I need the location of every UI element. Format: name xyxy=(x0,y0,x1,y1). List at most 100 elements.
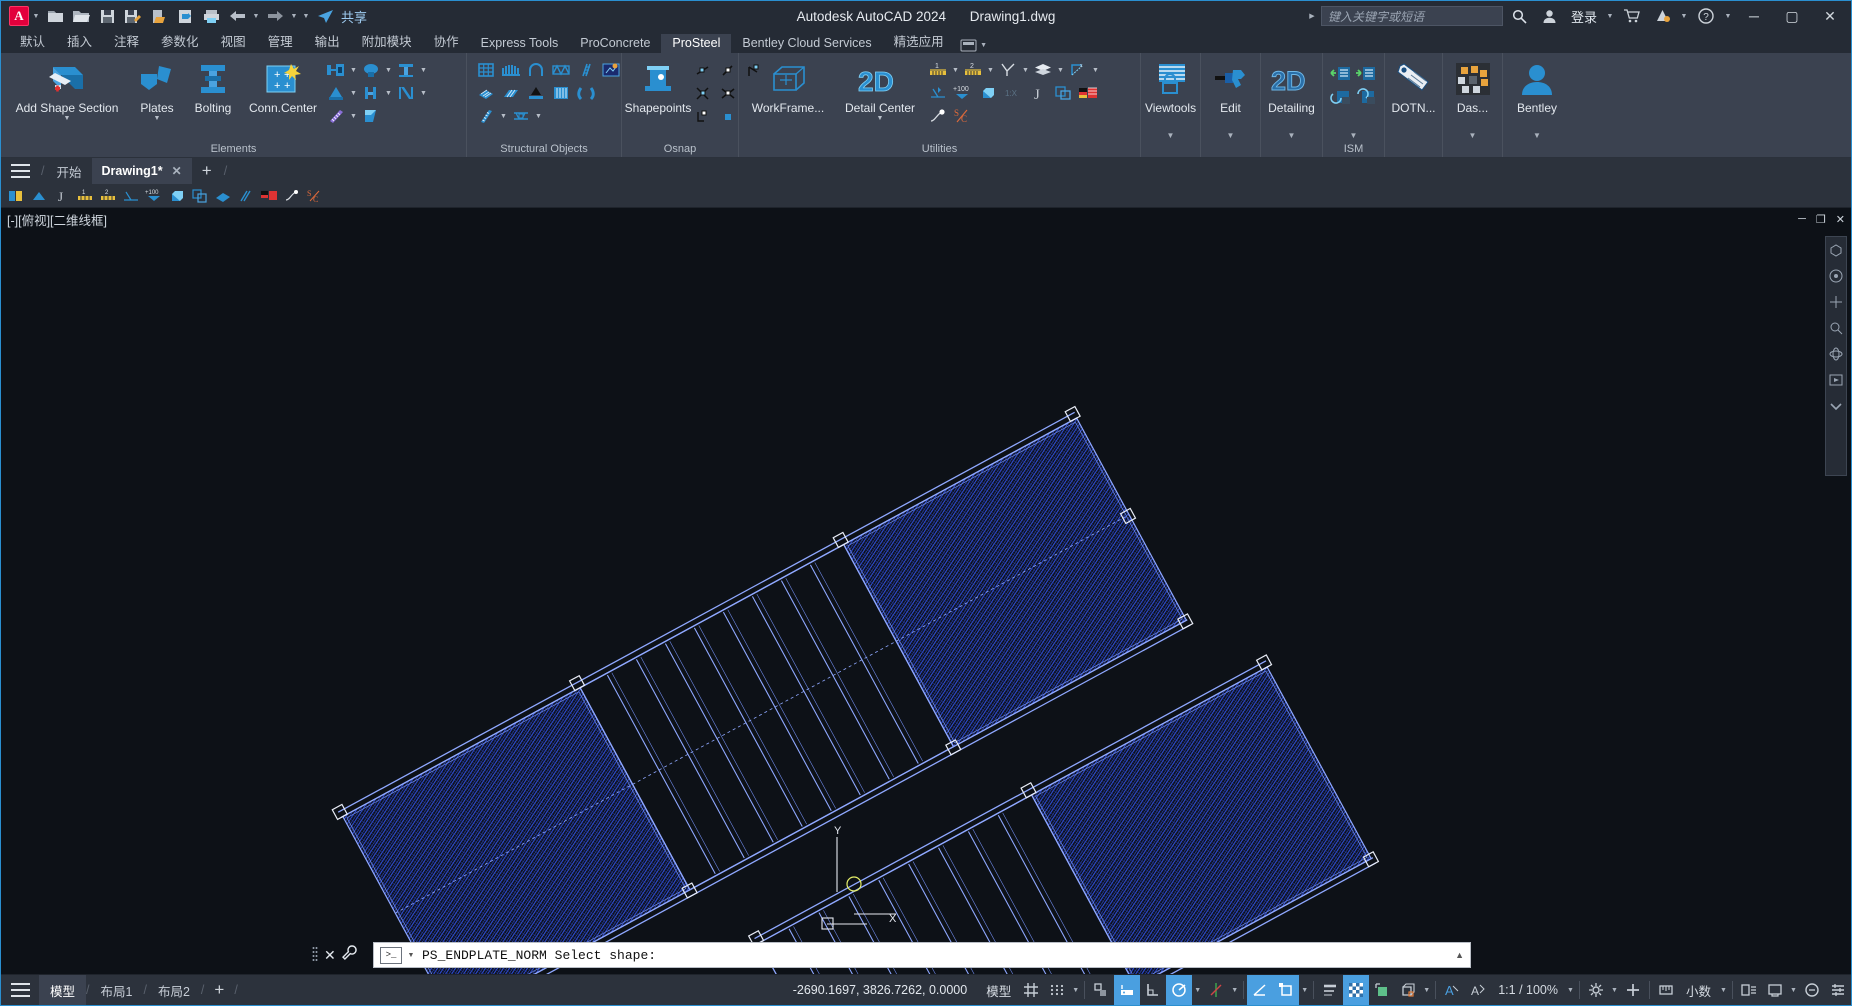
color-palette-icon[interactable] xyxy=(1076,82,1100,104)
layers-chevron-down-icon[interactable]: ▼ xyxy=(1056,67,1065,74)
autodesk-account-icon[interactable] xyxy=(1649,4,1675,28)
ism-import-icon[interactable] xyxy=(1329,63,1353,85)
workframe-button[interactable]: WorkFrame... xyxy=(742,57,834,117)
bolting-button[interactable]: Bolting xyxy=(184,57,242,117)
save-as-icon[interactable] xyxy=(121,4,145,28)
scale-1x-icon[interactable]: 1:X xyxy=(1001,82,1025,104)
ortho-mode-toggle[interactable] xyxy=(1140,975,1166,1005)
undo-chevron-down-icon[interactable]: ▼ xyxy=(251,13,261,20)
ladder-icon[interactable] xyxy=(574,59,598,81)
macro-icon[interactable] xyxy=(599,59,623,81)
layout-tab-model[interactable]: 模型 xyxy=(39,975,87,1005)
quick-node-icon[interactable] xyxy=(281,186,303,206)
file-tab-menu-icon[interactable] xyxy=(1,158,39,184)
handrail-icon[interactable] xyxy=(524,82,548,104)
coordinates-display[interactable]: -2690.1697, 3826.7262, 0.0000 xyxy=(781,983,979,997)
transparency-toggle[interactable] xyxy=(1343,975,1370,1005)
ucs-icon[interactable]: x xyxy=(1066,59,1090,81)
plates-button[interactable]: Plates ▼ xyxy=(130,57,184,124)
file-tab-drawing1[interactable]: Drawing1* ✕ xyxy=(91,158,192,184)
grid-display-toggle[interactable] xyxy=(1018,975,1044,1005)
detail-center-chevron-down-icon[interactable]: ▼ xyxy=(877,115,884,122)
isometric-chevron-down-icon[interactable]: ▼ xyxy=(1229,987,1240,994)
polar-tracking-toggle[interactable] xyxy=(1166,975,1193,1005)
hardware-acceleration-toggle[interactable] xyxy=(1762,975,1788,1005)
ribbon-tab-bentley-cloud-services[interactable]: Bentley Cloud Services xyxy=(731,34,882,53)
edit-chevron-down-icon[interactable]: ▼ xyxy=(1201,132,1260,142)
ribbon-overflow-icon[interactable]: ▼ xyxy=(955,38,995,53)
grating-icon[interactable] xyxy=(474,82,498,104)
snap-endpoint-icon[interactable] xyxy=(716,59,740,81)
pan-icon[interactable] xyxy=(1827,293,1845,311)
command-line-grip[interactable]: ✕ xyxy=(312,945,357,965)
new-layout-button[interactable]: + xyxy=(204,980,234,1000)
isometric-drafting-toggle[interactable] xyxy=(1203,975,1229,1005)
shapepoints-button[interactable]: Shapepoints xyxy=(625,57,691,117)
snap-node-icon[interactable] xyxy=(691,105,715,127)
quick-elevation-icon[interactable] xyxy=(120,186,142,206)
layout-menu-icon[interactable] xyxy=(1,983,39,997)
axis-chevron-down-icon[interactable]: ▼ xyxy=(1021,67,1030,74)
ism-export-icon[interactable] xyxy=(1354,63,1378,85)
level-100-icon[interactable]: +100 xyxy=(951,82,975,104)
quick-box-icon[interactable] xyxy=(166,186,188,206)
ribbon-tab-collaborate[interactable]: 协作 xyxy=(423,29,470,53)
arch-icon[interactable] xyxy=(524,59,548,81)
app-menu-chevron-down-icon[interactable]: ▼ xyxy=(31,13,41,20)
help-icon[interactable]: ? xyxy=(1693,4,1719,28)
model-space-indicator[interactable]: 模型 xyxy=(979,981,1018,1000)
add-shape-section-chevron-down-icon[interactable]: ▼ xyxy=(64,115,71,122)
command-line[interactable]: ✕ >_ ▼ PS_ENDPLATE_NORM Select shape: ▲ xyxy=(312,942,1471,968)
stair-tread-icon[interactable] xyxy=(549,82,573,104)
bentley-chevron-down-icon[interactable]: ▼ xyxy=(1503,132,1571,142)
cable-tray-icon[interactable] xyxy=(574,82,598,104)
plot-icon[interactable] xyxy=(199,4,223,28)
login-button[interactable]: 登录 xyxy=(1571,7,1597,26)
command-expand-icon[interactable]: ▲ xyxy=(1455,950,1470,960)
detailing-button[interactable]: 2D 2D Detailing xyxy=(1263,57,1321,117)
open-file-icon[interactable] xyxy=(69,4,93,28)
command-line-close-icon[interactable]: ✕ xyxy=(324,947,336,964)
infer-constraints-toggle[interactable] xyxy=(1088,975,1114,1005)
box-icon[interactable] xyxy=(976,82,1000,104)
grid-icon[interactable] xyxy=(474,59,498,81)
login-chevron-down-icon[interactable]: ▼ xyxy=(1605,13,1615,20)
isolate-objects-toggle[interactable] xyxy=(1736,975,1762,1005)
lineweight-toggle[interactable] xyxy=(1317,975,1343,1005)
ribbon-tab-featured-apps[interactable]: 精选应用 xyxy=(883,29,955,53)
ribbon-tab-default[interactable]: 默认 xyxy=(9,29,56,53)
viewport-label[interactable]: [-][俯视][二维线框] xyxy=(7,210,107,229)
quick-level-icon[interactable]: +100 xyxy=(143,186,165,206)
conn-center-button[interactable]: + + + + Conn.Center xyxy=(242,57,324,117)
quick-palette-icon[interactable] xyxy=(258,186,280,206)
orbit-icon[interactable] xyxy=(1827,345,1845,363)
ribbon-tab-output[interactable]: 输出 xyxy=(304,29,351,53)
units-icon[interactable] xyxy=(1653,975,1679,1005)
redo-icon[interactable] xyxy=(263,4,287,28)
ism-chevron-down-icon[interactable]: ▼ xyxy=(1323,132,1384,142)
ribbon-tab-manage[interactable]: 管理 xyxy=(257,29,304,53)
dimension-1-chevron-down-icon[interactable]: ▼ xyxy=(951,67,960,74)
ribbon-tab-parametric[interactable]: 参数化 xyxy=(150,29,210,53)
steering-wheel-icon[interactable] xyxy=(1827,267,1845,285)
snap-mode-chevron-down-icon[interactable]: ▼ xyxy=(1070,987,1081,994)
file-tab-start[interactable]: 开始 xyxy=(46,158,91,184)
dynamic-input-toggle[interactable] xyxy=(1114,975,1141,1005)
zoom-extents-icon[interactable] xyxy=(1827,319,1845,337)
beam-clip-chevron-down-icon[interactable]: ▼ xyxy=(349,67,358,74)
detailing-chevron-down-icon[interactable]: ▼ xyxy=(1261,132,1322,142)
search-icon[interactable] xyxy=(1507,4,1533,28)
ribbon-tab-insert[interactable]: 插入 xyxy=(56,29,103,53)
ucs-chevron-down-icon[interactable]: ▼ xyxy=(1091,67,1100,74)
copy-layers-icon[interactable] xyxy=(1051,82,1075,104)
3d-object-snap-chevron-down-icon[interactable]: ▼ xyxy=(1421,987,1432,994)
annotation-scale-chevron-down-icon[interactable]: ▼ xyxy=(1565,987,1576,994)
file-tab-close-icon[interactable]: ✕ xyxy=(172,164,182,178)
dotnet-button[interactable]: DOTN... xyxy=(1387,57,1441,117)
viewport-close-button[interactable]: ✕ xyxy=(1836,213,1845,226)
axis-icon[interactable] xyxy=(996,59,1020,81)
workspace-switching-toggle[interactable] xyxy=(1583,975,1609,1005)
nav-overflow-icon[interactable] xyxy=(1827,397,1845,415)
layout-tab-layout1[interactable]: 布局1 xyxy=(90,975,144,1005)
quick-weld-icon[interactable] xyxy=(28,186,50,206)
